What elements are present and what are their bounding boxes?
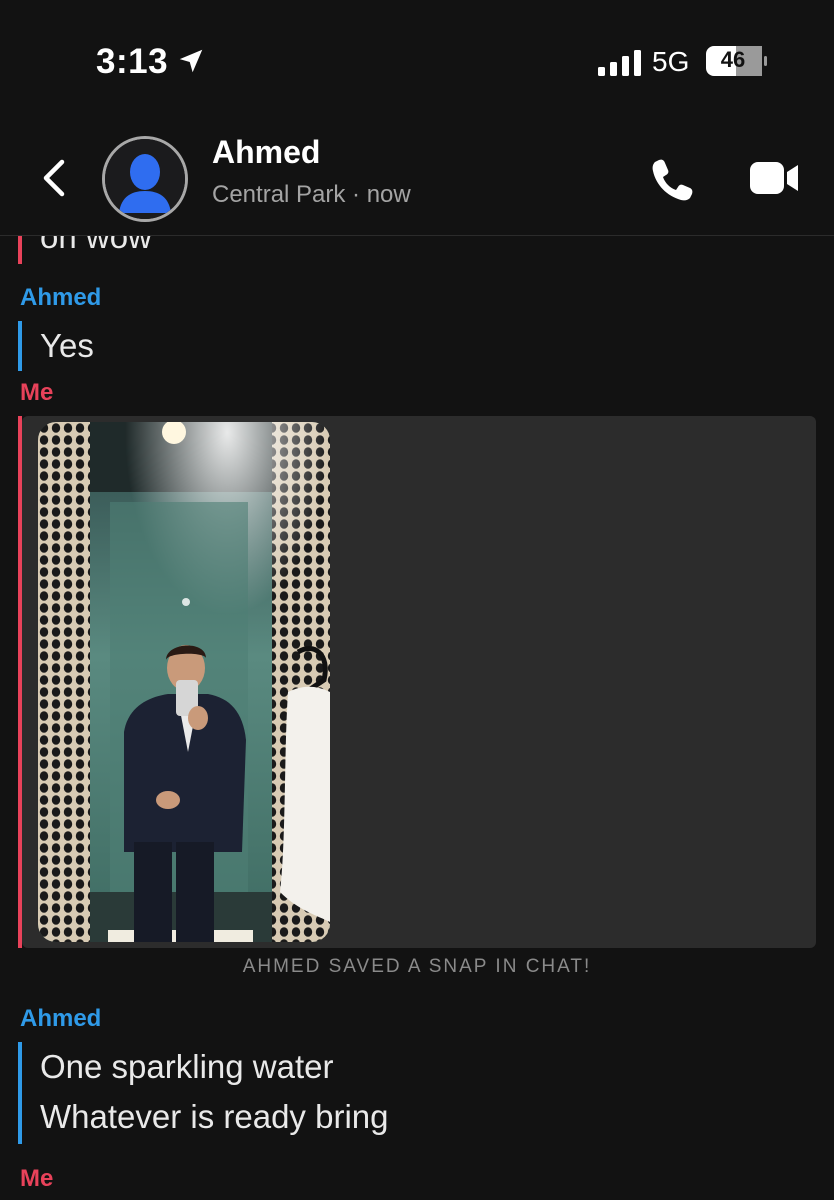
chat-thread[interactable]: oh wow Ahmed Yes Me AHMED SAVED A SNAP I… [0,236,834,1200]
avatar-silhouette-icon [105,139,185,219]
sender-label-me: Me [20,1165,54,1192]
sender-label-ahmed: Ahmed [20,284,102,311]
message-line: One sparkling water [40,1048,334,1085]
message-text: Yes [40,327,94,364]
avatar[interactable] [102,136,188,222]
message-bar-me [18,236,22,264]
snap-photo[interactable] [38,422,330,942]
message-line: Whatever is ready bring [40,1098,389,1135]
network-type: 5G [652,46,690,77]
battery-level: 46 [720,47,746,72]
cellular-signal-icon [598,50,641,76]
status-time: 3:13 [96,42,169,81]
message-bar-them [18,1042,22,1144]
location-arrow-icon [179,49,203,73]
mirror-selfie-image [38,422,330,942]
contact-name[interactable]: Ahmed [212,134,320,171]
contact-subtitle: Central Park · now [212,181,411,208]
phone-icon[interactable] [650,156,696,202]
sender-label-me: Me [20,379,54,406]
system-notice: AHMED SAVED A SNAP IN CHAT! [242,956,592,977]
message-bar-them [18,321,22,371]
partial-message: oh wow [40,236,152,255]
video-camera-icon[interactable] [750,158,800,198]
chevron-left-icon[interactable] [36,156,72,200]
sender-label-ahmed: Ahmed [20,1005,102,1032]
